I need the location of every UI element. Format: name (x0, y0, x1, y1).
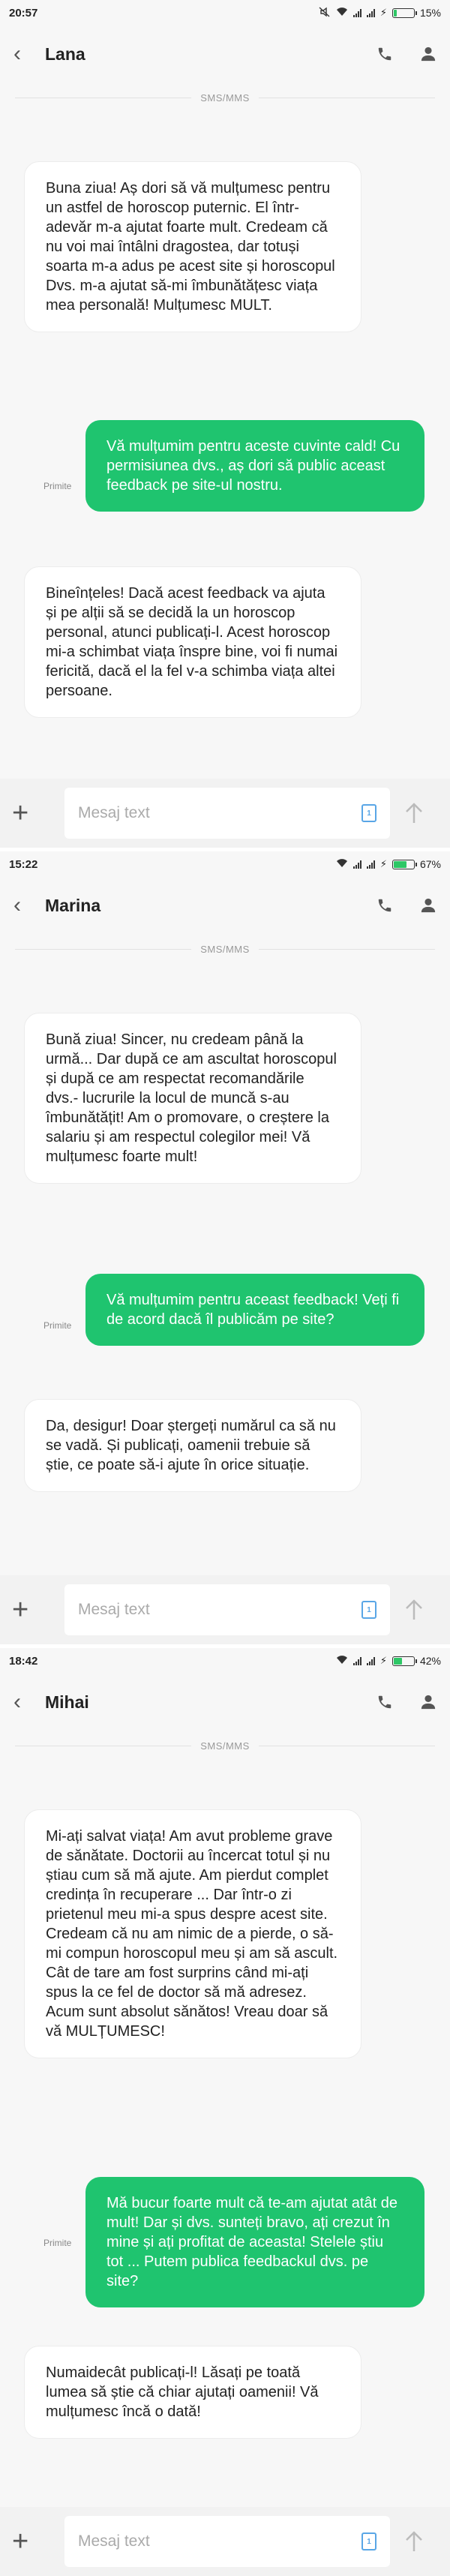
sent-status-label: Primite (44, 1320, 72, 1331)
status-time: 20:57 (9, 6, 38, 20)
contact-profile-icon[interactable] (420, 46, 436, 62)
send-arrow-icon[interactable] (390, 2530, 438, 2553)
received-message[interactable]: Da, desigur! Doar ștergeți numărul ca să… (24, 1399, 362, 1492)
charging-icon: ⚡ (380, 1655, 387, 1666)
signal-icon (352, 860, 362, 869)
status-icons: ⚡ 42% (336, 1655, 441, 1667)
status-bar: 15:22 ⚡ 67% (0, 851, 450, 877)
status-time: 15:22 (9, 857, 38, 871)
channel-divider: SMS/MMS (15, 83, 435, 113)
sim-selector-icon[interactable]: 1 (362, 2532, 376, 2550)
wifi-icon (336, 858, 348, 870)
chat-screen-mihai: 18:42 ⚡ 42% ‹ Mihai SMS/MMS Mi-ați salva… (0, 1648, 450, 2576)
wifi-icon (336, 1655, 348, 1667)
back-arrow-icon[interactable]: ‹ (14, 43, 40, 65)
chat-screen-marina: 15:22 ⚡ 67% ‹ Marina SMS/MMS Bună ziua! … (0, 851, 450, 1644)
phone-icon[interactable] (376, 46, 393, 62)
sent-message[interactable]: Mă bucur foarte mult că te-am ajutat atâ… (86, 2177, 424, 2307)
phone-icon[interactable] (376, 1694, 393, 1710)
contact-name: Lana (45, 44, 86, 64)
battery-percent: 42% (419, 1655, 441, 1667)
signal-2-icon (366, 8, 375, 17)
received-message[interactable]: Bună ziua! Sincer, nu credeam până la ur… (24, 1013, 362, 1184)
chat-screen-lana: 20:57 ⚡ 15% ‹ Lana SMS/MMS Buna ziua! Aș… (0, 0, 450, 848)
add-attachment-icon[interactable]: + (12, 2527, 56, 2556)
back-arrow-icon[interactable]: ‹ (14, 894, 40, 917)
signal-2-icon (366, 1656, 375, 1665)
back-arrow-icon[interactable]: ‹ (14, 1691, 40, 1713)
status-icons: ⚡ 67% (336, 858, 441, 870)
send-arrow-icon[interactable] (390, 1599, 438, 1621)
sent-message[interactable]: Vă mulțumim pentru aceste cuvinte cald! … (86, 420, 424, 512)
phone-icon[interactable] (376, 897, 393, 914)
sent-status-label: Primite (44, 481, 72, 491)
silent-icon (319, 6, 331, 20)
compose-bar: + Mesaj text 1 (0, 2507, 450, 2576)
status-bar: 18:42 ⚡ 42% (0, 1648, 450, 1674)
conversation-header: ‹ Marina (0, 877, 450, 934)
sim-selector-icon[interactable]: 1 (362, 804, 376, 822)
signal-icon (352, 1656, 362, 1665)
status-icons: ⚡ 15% (319, 6, 441, 20)
received-message[interactable]: Bineînțeles! Dacă acest feedback va ajut… (24, 566, 362, 718)
add-attachment-icon[interactable]: + (12, 799, 56, 827)
channel-divider: SMS/MMS (15, 1731, 435, 1761)
received-message[interactable]: Mi-ați salvat viața! Am avut probleme gr… (24, 1809, 362, 2058)
signal-2-icon (366, 860, 375, 869)
contact-profile-icon[interactable] (420, 1694, 436, 1710)
wifi-icon (336, 7, 348, 19)
battery-percent: 67% (419, 858, 441, 870)
compose-bar: + Mesaj text 1 (0, 779, 450, 848)
battery-icon (392, 1656, 417, 1666)
send-arrow-icon[interactable] (390, 802, 438, 824)
signal-icon (352, 8, 362, 17)
message-input[interactable]: Mesaj text 1 (64, 788, 390, 839)
charging-icon: ⚡ (380, 858, 387, 869)
add-attachment-icon[interactable]: + (12, 1596, 56, 1624)
received-message[interactable]: Buna ziua! Aș dori să vă mulțumesc pentr… (24, 161, 362, 332)
channel-divider: SMS/MMS (15, 934, 435, 964)
status-bar: 20:57 ⚡ 15% (0, 0, 450, 26)
battery-icon (392, 859, 417, 869)
battery-icon (392, 8, 417, 18)
message-input[interactable]: Mesaj text 1 (64, 1584, 390, 1635)
conversation-header: ‹ Mihai (0, 1674, 450, 1731)
battery-percent: 15% (419, 7, 441, 19)
contact-profile-icon[interactable] (420, 897, 436, 914)
sim-selector-icon[interactable]: 1 (362, 1601, 376, 1619)
message-input[interactable]: Mesaj text 1 (64, 2516, 390, 2567)
contact-name: Mihai (45, 1692, 89, 1712)
received-message[interactable]: Numaidecât publicați-l! Lăsați pe toată … (24, 2346, 362, 2439)
conversation-header: ‹ Lana (0, 26, 450, 83)
status-time: 18:42 (9, 1654, 38, 1668)
charging-icon: ⚡ (380, 7, 387, 18)
sent-message[interactable]: Vă mulțumim pentru aceast feedback! Veți… (86, 1274, 424, 1346)
sent-status-label: Primite (44, 2238, 72, 2248)
contact-name: Marina (45, 895, 101, 915)
compose-bar: + Mesaj text 1 (0, 1575, 450, 1644)
